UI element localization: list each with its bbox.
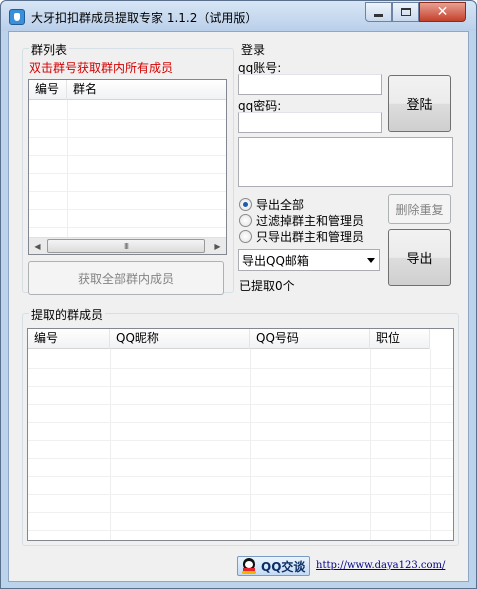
group-list-header: 编号 群名 [29, 80, 226, 100]
login-label: 登录 [239, 41, 268, 58]
scroll-right-arrow-icon[interactable]: ▶ [209, 238, 226, 254]
radio-checked-icon[interactable] [239, 198, 252, 211]
group-list-table[interactable]: 编号 群名 ◀ III ▶ [28, 79, 227, 255]
account-input[interactable] [238, 74, 382, 95]
scroll-left-arrow-icon[interactable]: ◀ [29, 238, 46, 254]
radio-icon[interactable] [239, 230, 252, 243]
scroll-thumb[interactable]: III [47, 239, 205, 253]
app-window: 大牙扣扣群成员提取专家 1.1.2（试用版） ✕ 群列表 双击群号获取群内所有成… [0, 0, 477, 589]
maximize-icon [400, 8, 411, 16]
radio-label: 导出全部 [256, 198, 305, 212]
extracted-count-status: 已提取0个 [239, 279, 295, 293]
delete-duplicates-button[interactable]: 删除重复 [388, 194, 451, 224]
fetch-all-members-button[interactable]: 获取全部群内成员 [28, 261, 224, 295]
group-list-hscrollbar[interactable]: ◀ III ▶ [29, 237, 226, 254]
export-format-select[interactable]: 导出QQ邮箱 [238, 249, 380, 271]
export-button[interactable]: 导出 [388, 229, 451, 286]
column-header-number[interactable]: 编号 [29, 80, 67, 100]
minimize-icon [374, 14, 383, 17]
window-title: 大牙扣扣群成员提取专家 1.1.2（试用版） [31, 11, 258, 25]
chevron-down-icon[interactable] [367, 258, 375, 263]
login-button[interactable]: 登陆 [388, 75, 451, 132]
radio-export-all[interactable]: 导出全部 [239, 196, 304, 213]
close-icon: ✕ [436, 4, 449, 20]
radio-icon[interactable] [239, 214, 252, 227]
group-list-label: 群列表 [29, 41, 70, 58]
radio-filter-admins[interactable]: 过滤掉群主和管理员 [239, 212, 364, 229]
app-tooth-icon [9, 9, 25, 25]
column-header-qq-nickname[interactable]: QQ昵称 [110, 329, 250, 349]
password-input[interactable] [238, 112, 382, 133]
members-label: 提取的群成员 [29, 306, 106, 323]
column-header-qq-number[interactable]: QQ号码 [250, 329, 370, 349]
maximize-button[interactable] [392, 2, 419, 22]
qq-chat-button[interactable]: QQ交谈 [237, 556, 310, 576]
website-link[interactable]: http://www.daya123.com/ [316, 560, 445, 571]
members-table[interactable]: 编号 QQ昵称 QQ号码 职位 [27, 328, 454, 541]
client-area: 群列表 双击群号获取群内所有成员 编号 群名 ◀ III ▶ 获取全部群内成员 [8, 31, 469, 582]
column-header-group-name[interactable]: 群名 [67, 80, 226, 100]
column-header-number[interactable]: 编号 [28, 329, 110, 349]
close-button[interactable]: ✕ [419, 2, 466, 22]
column-header-position[interactable]: 职位 [370, 329, 430, 349]
group-list-hint: 双击群号获取群内所有成员 [29, 61, 174, 75]
title-bar[interactable]: 大牙扣扣群成员提取专家 1.1.2（试用版） ✕ [1, 1, 476, 31]
radio-label: 过滤掉群主和管理员 [256, 214, 365, 228]
radio-only-admins[interactable]: 只导出群主和管理员 [239, 228, 364, 245]
export-format-value: 导出QQ邮箱 [242, 253, 309, 268]
radio-label: 只导出群主和管理员 [256, 230, 365, 244]
minimize-button[interactable] [365, 2, 392, 22]
qq-chat-label: QQ交谈 [261, 559, 306, 574]
qq-penguin-icon [241, 558, 257, 574]
log-output-box[interactable] [238, 137, 453, 187]
members-header: 编号 QQ昵称 QQ号码 职位 [28, 329, 430, 349]
